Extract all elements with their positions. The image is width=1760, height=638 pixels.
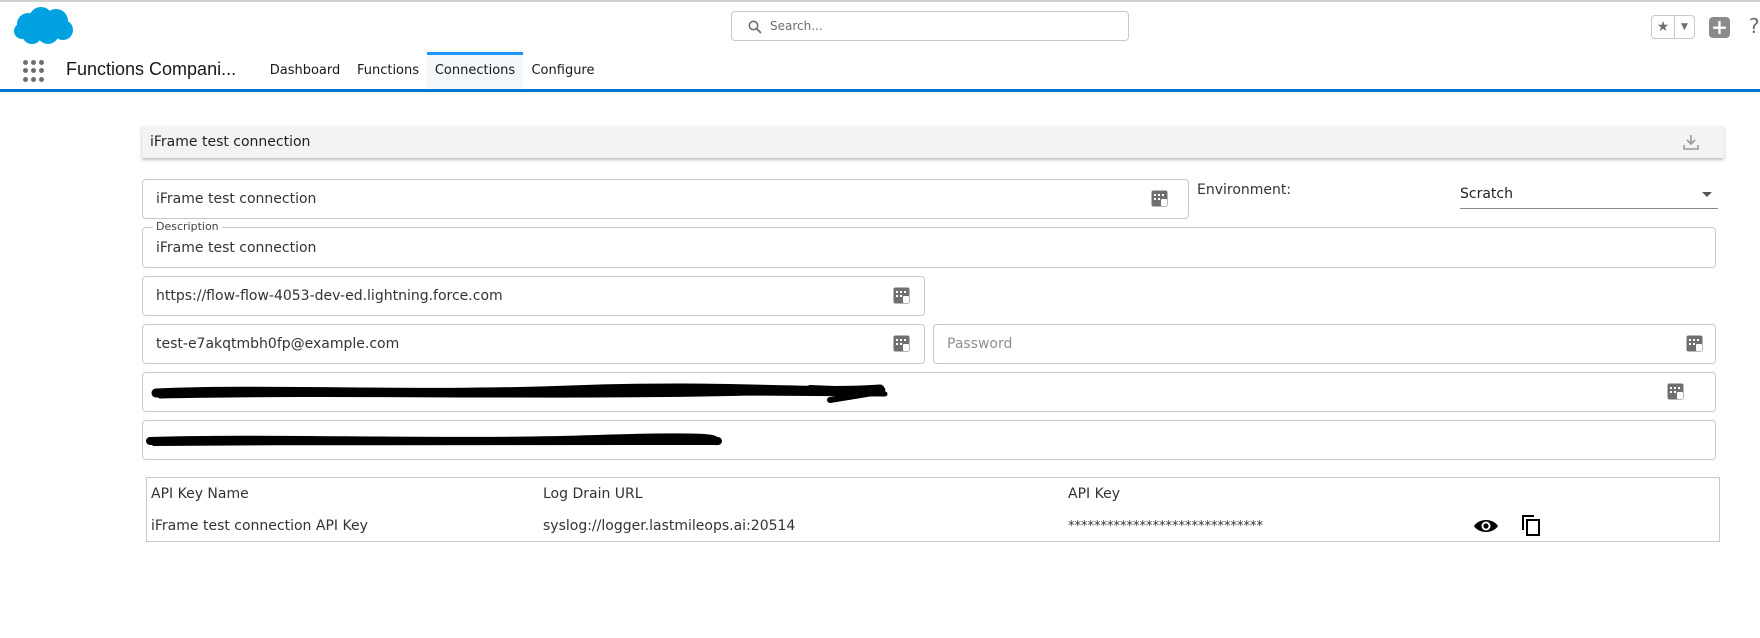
eye-icon[interactable]	[1473, 517, 1499, 535]
search-placeholder: Search...	[770, 19, 823, 33]
password-field[interactable]: Password	[933, 324, 1716, 364]
tab-functions[interactable]: Functions	[353, 52, 423, 90]
tab-connections[interactable]: Connections	[427, 52, 523, 90]
password-generator-icon[interactable]	[1151, 190, 1168, 207]
api-key-table: API Key Name Log Drain URL API Key iFram…	[146, 477, 1720, 542]
card-header: iFrame test connection	[142, 126, 1724, 158]
environment-value: Scratch	[1460, 186, 1513, 202]
favorites-button[interactable]: ★ ▼	[1651, 15, 1695, 39]
star-icon[interactable]: ★	[1652, 16, 1675, 38]
column-header-api-key-name: API Key Name	[151, 486, 249, 502]
help-icon[interactable]: ?	[1749, 14, 1760, 38]
download-icon[interactable]	[1682, 133, 1700, 151]
api-key-name-cell: iFrame test connection API Key	[151, 518, 368, 534]
log-drain-url-cell: syslog://logger.lastmileops.ai:20514	[543, 518, 796, 534]
connection-name-value: iFrame test connection	[156, 191, 317, 207]
description-label: Description	[153, 220, 222, 233]
connection-name-field[interactable]: iFrame test connection	[142, 179, 1189, 219]
password-generator-icon[interactable]	[1667, 383, 1684, 400]
search-icon	[748, 20, 762, 34]
api-key-cell: ******************************	[1068, 519, 1263, 534]
chevron-down-icon[interactable]: ▼	[1675, 16, 1694, 38]
description-value: iFrame test connection	[156, 240, 317, 256]
copy-icon[interactable]	[1521, 514, 1541, 536]
column-header-api-key: API Key	[1068, 486, 1120, 502]
dropdown-caret-icon[interactable]	[1702, 192, 1712, 197]
salesforce-logo[interactable]	[12, 6, 74, 46]
app-launcher-icon[interactable]	[23, 60, 45, 82]
column-header-log-drain-url: Log Drain URL	[543, 486, 643, 502]
card-title: iFrame test connection	[150, 134, 311, 150]
username-value: test-e7akqtmbh0fp@example.com	[156, 336, 400, 352]
password-generator-icon[interactable]	[1686, 335, 1703, 352]
global-actions-icon[interactable]: +	[1709, 17, 1730, 38]
password-placeholder: Password	[947, 336, 1013, 352]
password-generator-icon[interactable]	[893, 335, 910, 352]
tab-configure[interactable]: Configure	[529, 52, 597, 90]
top-border	[0, 0, 1760, 2]
password-generator-icon[interactable]	[893, 287, 910, 304]
app-name: Functions Compani...	[66, 59, 237, 79]
environment-select[interactable]: Scratch	[1460, 179, 1718, 209]
instance-url-field[interactable]: https://flow-flow-4053-dev-ed.lightning.…	[142, 276, 925, 316]
username-field[interactable]: test-e7akqtmbh0fp@example.com	[142, 324, 925, 364]
tab-dashboard[interactable]: Dashboard	[264, 52, 346, 90]
redacted-secret-field[interactable]	[142, 420, 1716, 460]
nav-bar-border	[0, 89, 1760, 92]
instance-url-value: https://flow-flow-4053-dev-ed.lightning.…	[156, 288, 503, 304]
description-field[interactable]: Description iFrame test connection	[142, 220, 1716, 268]
environment-label: Environment:	[1197, 182, 1292, 198]
redacted-token-field[interactable]	[142, 372, 1716, 412]
global-search-box[interactable]: Search...	[731, 11, 1129, 41]
